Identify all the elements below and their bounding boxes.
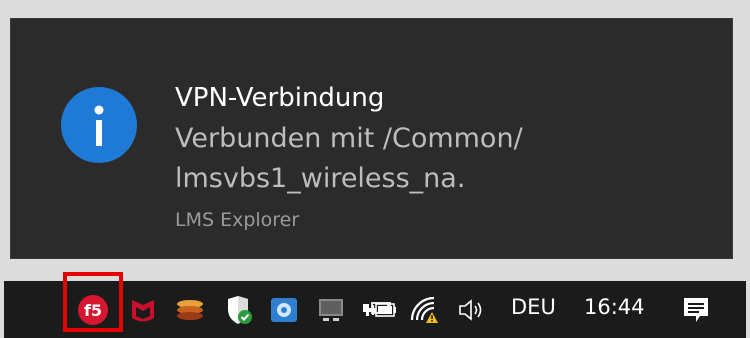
wifi-warning-icon[interactable] <box>408 294 440 326</box>
mcafee-icon[interactable] <box>127 294 159 326</box>
input-language[interactable]: DEU <box>511 295 556 319</box>
clock[interactable]: 16:44 <box>584 295 645 319</box>
notification-title: VPN-Verbindung <box>175 83 385 113</box>
notification-body: Verbunden mit /Common/ lmsvbs1_wireless_… <box>175 119 523 199</box>
notification-icon[interactable] <box>680 294 712 326</box>
network-gear-icon[interactable] <box>268 294 300 326</box>
speaker-icon[interactable] <box>456 294 488 326</box>
battery-plug-icon[interactable] <box>366 294 398 326</box>
vpn-notification-toast[interactable]: VPN-Verbindung Verbunden mit /Common/ lm… <box>10 18 733 259</box>
info-icon <box>61 87 137 163</box>
notification-body-line-2: lmsvbs1_wireless_na. <box>175 163 466 194</box>
f5-vpn-icon[interactable]: f5 <box>77 294 109 326</box>
intel-graphics-icon[interactable] <box>315 294 347 326</box>
notification-body-line-1: Verbunden mit /Common/ <box>175 123 523 154</box>
stack-app-icon[interactable] <box>174 294 206 326</box>
notification-attribution: LMS Explorer <box>175 209 300 231</box>
security-shield-icon[interactable] <box>222 294 254 326</box>
svg-text:f5: f5 <box>84 301 102 320</box>
